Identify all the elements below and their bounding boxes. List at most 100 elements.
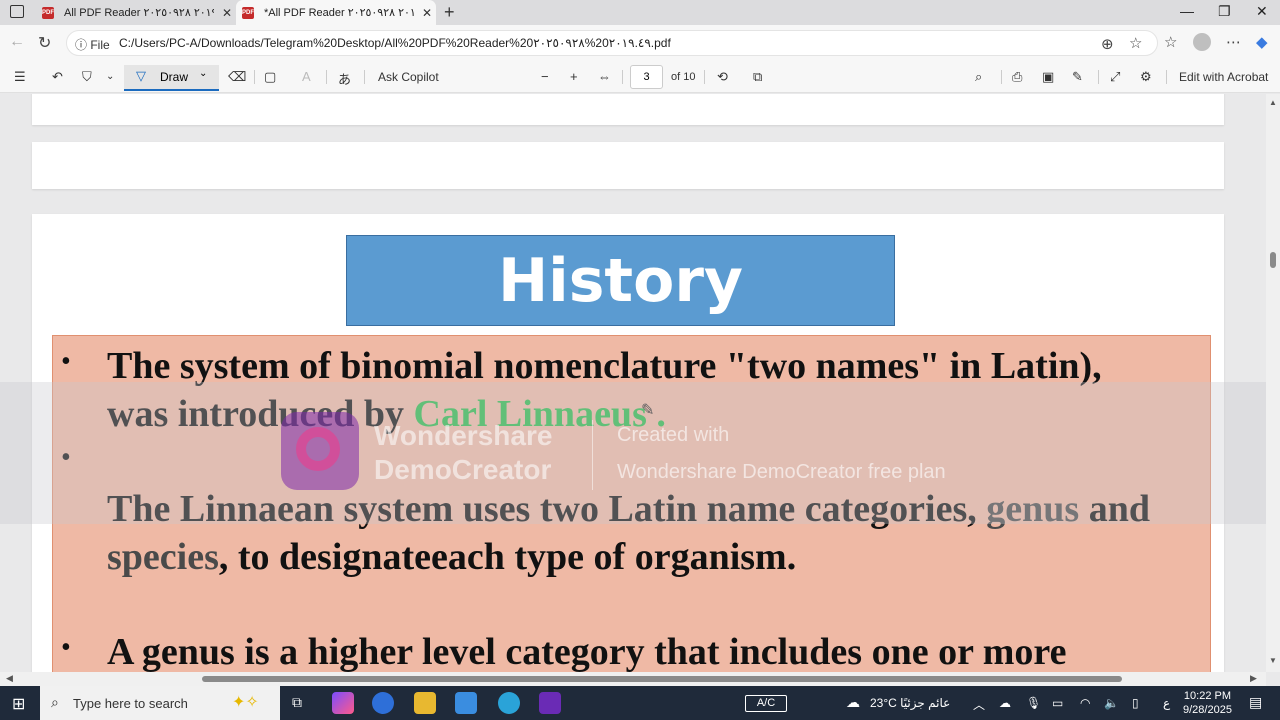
vertical-scroll-thumb[interactable] (1270, 252, 1276, 268)
watermark-divider (592, 420, 593, 490)
address-bar[interactable]: ⓘ File C:/Users/PC-A/Downloads/Telegram%… (66, 30, 1158, 56)
url-text: C:/Users/PC-A/Downloads/Telegram%20Deskt… (119, 36, 671, 50)
watermark-plan: Wondershare DemoCreator free plan (617, 461, 946, 483)
pdf-toolbar: ☰ ↶ ⛉ ⌄ ▽ Draw ⌄ ⌫ ▢ A あ Ask Copilot − +… (0, 61, 1280, 93)
democreator-taskbar-icon[interactable] (539, 692, 561, 714)
eraser-icon[interactable]: ⌫ (228, 69, 246, 85)
tab-actions-icon[interactable] (10, 5, 24, 18)
windows-start-icon[interactable]: ⊞ (12, 694, 25, 714)
read-aloud-icon[interactable]: あ (338, 69, 351, 88)
text-box-icon[interactable]: ▢ (264, 69, 276, 85)
clock-date: 9/28/2025 (1183, 704, 1232, 716)
ac-badge[interactable]: A/C (745, 695, 787, 712)
scroll-down-icon[interactable]: ▼ (1269, 656, 1277, 665)
store-icon[interactable] (455, 692, 477, 714)
tab-title: *All PDF Reader ٢٠١٩.٤٩ ٢٠٢٥٠٩٢٨.p (264, 7, 414, 19)
close-icon[interactable]: ✕ (422, 6, 432, 20)
scroll-right-icon[interactable]: ▶ (1250, 673, 1257, 684)
battery-icon[interactable]: ▭ (1052, 696, 1063, 710)
zoom-in-icon[interactable]: + (570, 69, 578, 84)
task-view-icon[interactable]: ⧉ (292, 694, 302, 711)
file-explorer-icon[interactable] (414, 692, 436, 714)
horizontal-scrollbar[interactable]: ◀ ▶ (0, 672, 1266, 686)
pdf-icon: PDF (242, 6, 254, 19)
rotate-icon[interactable]: ⟲ (717, 69, 728, 85)
taskbar-search[interactable]: ⌕ Type here to search ✦✧ (40, 686, 280, 720)
tab-title: All PDF Reader ٢٠١٩.٤٩ ٢٠٢٥٠٩٢٨.p (64, 7, 214, 19)
save-icon[interactable]: ▣ (1042, 69, 1054, 85)
undo-icon[interactable]: ↶ (52, 69, 63, 85)
refresh-icon[interactable]: ↻ (38, 33, 51, 53)
back-icon[interactable]: ← (9, 33, 25, 51)
draw-pen-icon: ▽ (136, 68, 146, 83)
weather-text[interactable]: 23°C عائم جزئيًا (870, 696, 950, 710)
power-icon[interactable]: ▯ (1132, 696, 1139, 710)
taskbar: ⊞ ⌕ Type here to search ✦✧ ⧉ A/C ☁ 23°C … (0, 686, 1280, 720)
favorite-star-icon[interactable]: ☆ (1129, 34, 1142, 52)
file-label: File (90, 38, 110, 52)
divider (1166, 70, 1167, 84)
print-icon[interactable]: ⎙ (1012, 69, 1022, 85)
address-row: ← ↻ ⓘ File C:/Users/PC-A/Downloads/Teleg… (0, 25, 1280, 61)
divider (326, 70, 327, 84)
divider (1098, 70, 1099, 84)
close-icon[interactable]: ✕ (222, 6, 232, 20)
divider (622, 70, 623, 84)
wifi-icon[interactable]: ◠ (1080, 696, 1090, 710)
show-hidden-icon[interactable]: ︿ (973, 696, 985, 713)
save-as-icon[interactable]: ✎ (1072, 69, 1083, 85)
more-menu-icon[interactable]: ⋯ (1226, 33, 1241, 51)
page-view-icon[interactable]: ⧉ (753, 69, 762, 85)
new-tab-icon[interactable]: + (444, 2, 455, 23)
scroll-left-icon[interactable]: ◀ (6, 673, 13, 684)
settings-gear-icon[interactable]: ⚙ (1140, 69, 1152, 85)
history-heading-box: History (346, 235, 895, 326)
copilot-taskbar-icon[interactable] (332, 692, 354, 714)
copilot-icon[interactable]: ◆ (1256, 33, 1268, 51)
zoom-out-icon[interactable]: − (541, 69, 549, 84)
favorites-icon[interactable]: ☆ (1164, 33, 1177, 51)
clock-time: 10:22 PM (1183, 690, 1232, 702)
pdf-page-2 (32, 142, 1224, 189)
font-icon: A (302, 69, 311, 84)
highlight-icon[interactable]: ⛉ (82, 69, 92, 85)
microphone-icon[interactable]: 🎙 (1026, 696, 1041, 710)
bullet2-line2: species, to designateeach type of organi… (107, 533, 796, 581)
contents-icon[interactable]: ☰ (14, 69, 26, 85)
ask-copilot-button[interactable]: Ask Copilot (378, 70, 439, 84)
vertical-scrollbar[interactable]: ▲ ▼ (1266, 94, 1280, 672)
zoom-icon[interactable]: ⊕ (1101, 35, 1114, 53)
divider (364, 70, 365, 84)
tab-pdf-1[interactable]: PDF All PDF Reader ٢٠١٩.٤٩ ٢٠٢٥٠٩٢٨.p ✕ (36, 0, 236, 25)
clock[interactable]: 10:22 PM 9/28/2025 (1183, 689, 1232, 717)
maximize-icon[interactable]: ❐ (1218, 3, 1231, 20)
weather-icon: ☁ (846, 694, 860, 710)
onedrive-icon[interactable]: ☁ (999, 696, 1011, 710)
site-info-icon[interactable]: ⓘ File (75, 36, 110, 53)
fit-page-icon[interactable]: ⇔ (598, 69, 611, 84)
edge-browser-icon[interactable] (372, 692, 394, 714)
chevron-down-icon[interactable]: ⌄ (106, 71, 114, 82)
scroll-up-icon[interactable]: ▲ (1269, 98, 1277, 107)
tab-strip: PDF All PDF Reader ٢٠١٩.٤٩ ٢٠٢٥٠٩٢٨.p ✕ … (0, 0, 1280, 25)
volume-icon[interactable]: 🔈 (1104, 696, 1119, 710)
draw-button[interactable]: ▽ Draw ⌄ (124, 65, 219, 91)
divider (254, 70, 255, 84)
search-icon[interactable]: ⌕ (975, 69, 982, 85)
window-close-icon[interactable]: ✕ (1256, 3, 1268, 20)
fullscreen-icon[interactable]: ⤢ (1110, 69, 1120, 85)
page-number-input[interactable]: 3 (630, 65, 663, 89)
tab-pdf-2[interactable]: PDF *All PDF Reader ٢٠١٩.٤٩ ٢٠٢٥٠٩٢٨.p ✕ (236, 0, 436, 25)
notification-icon[interactable]: ▤ (1249, 694, 1262, 711)
slide-heading: History (497, 245, 744, 316)
profile-avatar[interactable] (1193, 33, 1211, 51)
language-indicator[interactable]: ع (1163, 696, 1170, 710)
edit-with-acrobat-button[interactable]: Edit with Acrobat (1179, 70, 1268, 84)
telegram-icon[interactable] (498, 692, 520, 714)
minimize-icon[interactable]: — (1180, 3, 1194, 19)
horizontal-scroll-thumb[interactable] (202, 676, 1122, 682)
watermark-band (0, 382, 1266, 524)
pdf-icon: PDF (42, 6, 54, 19)
watermark-note: Created with (617, 424, 730, 446)
bullet3-line1: A genus is a higher level category that … (107, 631, 1067, 672)
